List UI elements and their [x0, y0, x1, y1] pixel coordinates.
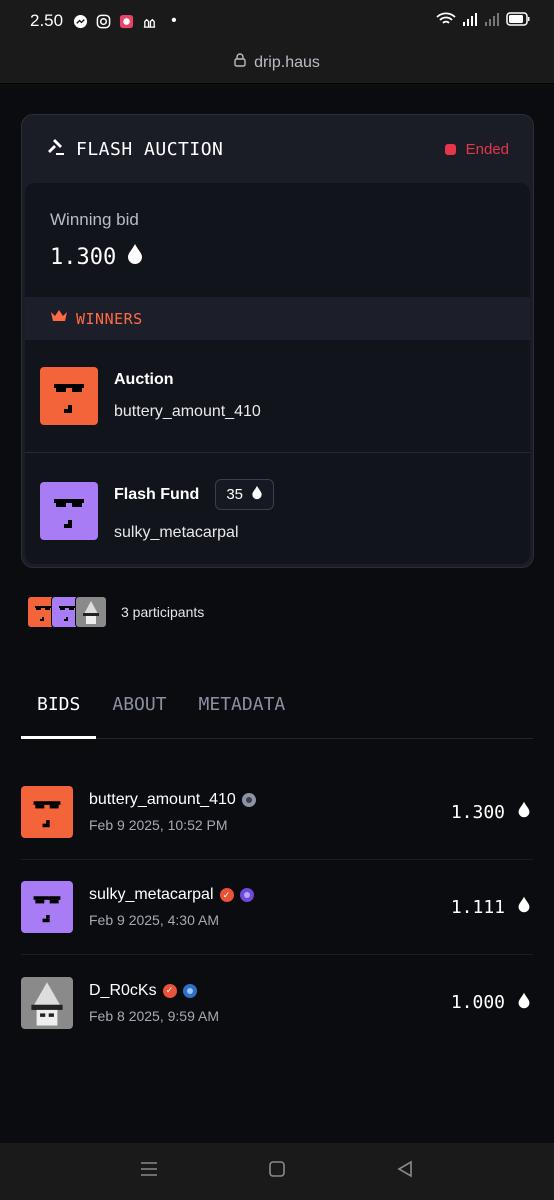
verified-badge-icon: ✓	[219, 888, 234, 902]
pixel-face-icon	[33, 801, 61, 828]
tab-bids[interactable]: BIDS	[21, 682, 97, 739]
pixel-face-icon	[54, 498, 84, 528]
pixel-face-icon	[54, 384, 84, 413]
purple-badge-icon	[239, 888, 254, 902]
battery-icon	[506, 11, 530, 31]
bid-amount: 1.000	[450, 992, 505, 1013]
tab-about[interactable]: ABOUT	[96, 682, 182, 739]
bid-row[interactable]: buttery_amount_410 Feb 9 2025, 10:52 PM …	[21, 765, 533, 860]
winner-user[interactable]: buttery_amount_410	[114, 403, 261, 421]
lock-icon	[234, 53, 246, 72]
bid-row[interactable]: D_R0cKs ✓ Feb 8 2025, 9:59 AM 1.000	[21, 955, 533, 1050]
participants-count: 3 participants	[121, 604, 205, 620]
winner-user[interactable]: sulky_metacarpal	[114, 524, 274, 542]
drop-icon	[517, 896, 531, 918]
app-notification-icon	[119, 14, 134, 29]
winning-bid-value: 1.300	[50, 244, 117, 270]
signal-2-icon	[484, 12, 500, 31]
participants-row[interactable]: 3 participants	[27, 596, 204, 628]
pixel-face-icon	[33, 896, 61, 923]
menu-icon[interactable]	[140, 1161, 158, 1182]
winner-name: Flash Fund	[114, 485, 200, 503]
winning-bid-value-row: 1.300	[50, 243, 144, 271]
tab-bar: BIDS ABOUT METADATA	[21, 682, 533, 739]
status-bar: 2.50 •	[0, 0, 554, 42]
back-icon[interactable]	[396, 1160, 414, 1183]
messenger-icon	[73, 14, 88, 29]
verified-badge-icon: ✓	[162, 983, 177, 998]
wizard-avatar-icon	[31, 981, 63, 1026]
system-nav-bar	[0, 1143, 554, 1200]
winner-name: Auction	[114, 371, 174, 388]
bid-amount-row: 1.111	[451, 896, 533, 918]
status-badge: Ended	[444, 140, 509, 158]
avatar	[21, 786, 73, 838]
avatar	[40, 481, 98, 540]
crown-icon	[50, 309, 68, 328]
auction-header: FLASH AUCTION Ended	[22, 115, 533, 183]
gavel-icon	[46, 137, 66, 162]
participant-avatar	[75, 596, 107, 628]
bid-user[interactable]: D_R0cKs	[89, 982, 157, 1000]
bid-date: Feb 9 2025, 4:30 AM	[89, 912, 219, 928]
drop-icon	[517, 801, 531, 823]
avatar	[21, 976, 73, 1029]
bid-date: Feb 9 2025, 10:52 PM	[89, 817, 228, 833]
wifi-icon	[436, 12, 456, 31]
bid-user[interactable]: sulky_metacarpal	[89, 886, 214, 904]
winner-flash-fund[interactable]: Flash Fund 35 sulky_metacarpal	[25, 454, 530, 564]
bid-amount-row: 1.000	[451, 992, 533, 1014]
bid-user[interactable]: buttery_amount_410	[89, 791, 236, 809]
blue-badge-icon	[182, 983, 197, 998]
avatar	[21, 881, 73, 933]
avatar	[40, 367, 98, 425]
url-text: drip.haus	[254, 53, 320, 71]
bid-amount-row: 1.300	[451, 801, 533, 823]
home-icon[interactable]	[268, 1160, 286, 1183]
tab-metadata[interactable]: METADATA	[183, 682, 302, 739]
fund-amount-pill: 35	[215, 479, 275, 510]
bid-amount: 1.111	[450, 896, 505, 918]
status-time: 2.50	[30, 11, 64, 30]
bid-amount: 1.300	[450, 801, 505, 823]
winning-bid-label: Winning bid	[50, 210, 139, 229]
gray-badge-icon	[241, 793, 256, 807]
drop-icon	[126, 243, 144, 271]
status-dot: •	[171, 12, 177, 29]
winners-label: WINNERS	[76, 309, 143, 328]
drop-icon	[517, 992, 531, 1014]
winner-auction[interactable]: Auction buttery_amount_410	[25, 340, 530, 453]
fund-amount: 35	[226, 486, 244, 503]
instagram-icon	[96, 14, 111, 29]
auction-body: Winning bid 1.300 WINNERS Auction butter…	[25, 183, 530, 564]
mosque-icon	[142, 14, 157, 29]
auction-card: FLASH AUCTION Ended Winning bid 1.300 WI…	[21, 114, 534, 568]
auction-title: FLASH AUCTION	[76, 138, 224, 160]
drop-icon	[251, 485, 263, 504]
status-dot-icon	[444, 143, 456, 155]
winners-header: WINNERS	[25, 297, 530, 340]
status-text: Ended	[465, 140, 509, 158]
bid-row[interactable]: sulky_metacarpal ✓ Feb 9 2025, 4:30 AM 1…	[21, 860, 533, 955]
signal-icon	[462, 12, 478, 31]
url-bar[interactable]: drip.haus	[0, 42, 554, 84]
bid-date: Feb 8 2025, 9:59 AM	[89, 1007, 219, 1024]
